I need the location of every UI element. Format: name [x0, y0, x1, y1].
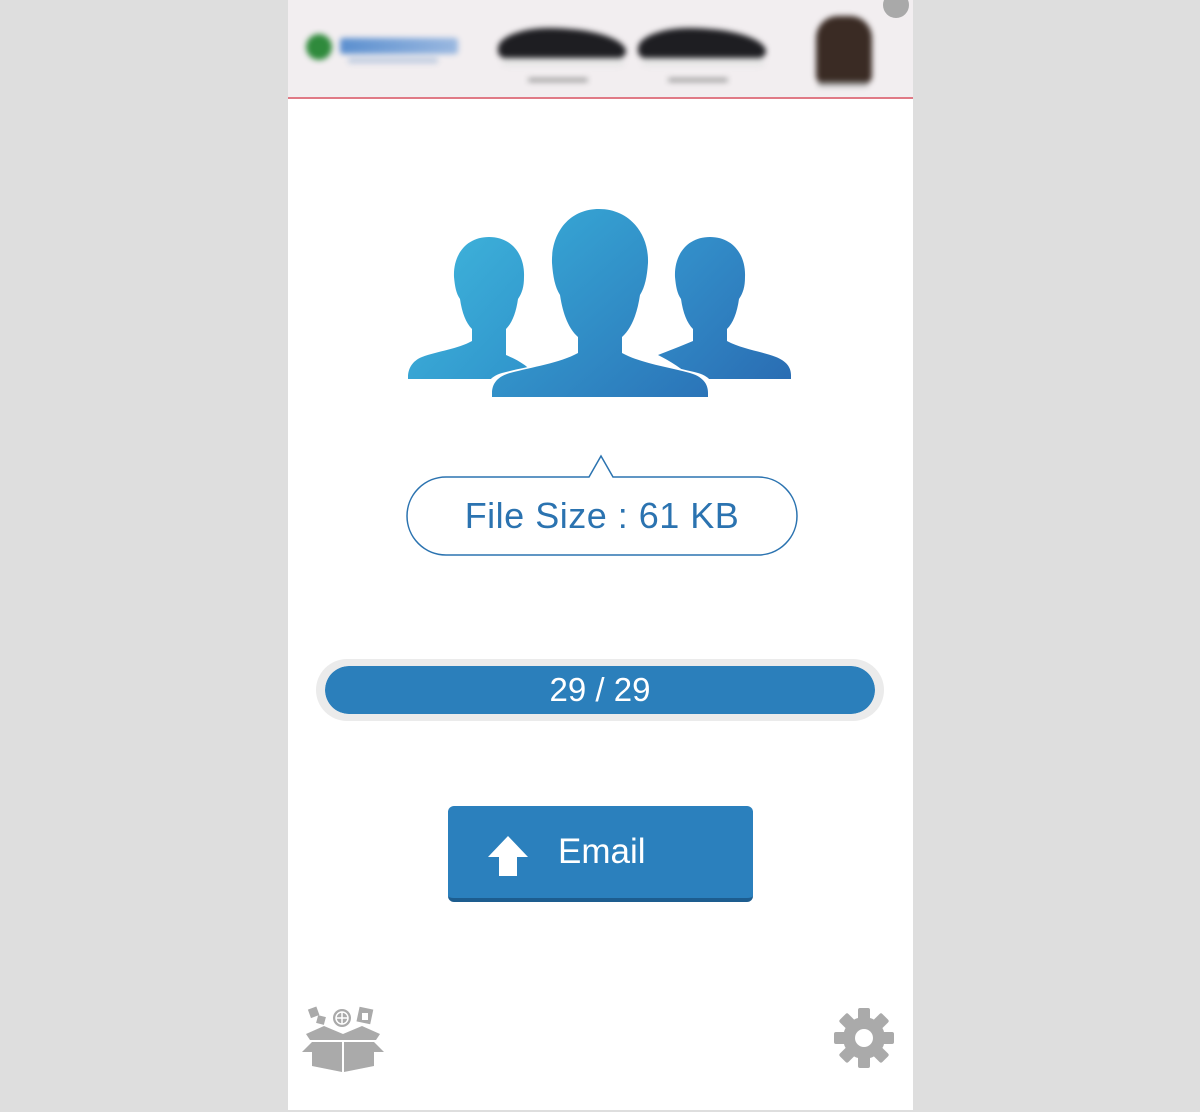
contacts-group-icon [408, 205, 791, 400]
app-screen: File Size : 61 KB 29 / 29 Email [288, 0, 913, 1110]
ad-logo-tagline [348, 58, 438, 63]
settings-gear-icon[interactable] [833, 1007, 895, 1069]
email-button[interactable]: Email [448, 806, 753, 902]
ad-product-shoe-1 [498, 28, 626, 62]
ad-product-shoe-2 [638, 28, 766, 62]
ad-banner[interactable] [288, 0, 913, 99]
progress-count-label: 29 / 29 [549, 671, 651, 708]
ad-product-bag [816, 16, 872, 84]
ad-logo-icon [306, 34, 332, 60]
export-progress-bar: 29 / 29 [316, 659, 884, 721]
apps-box-icon[interactable] [302, 1004, 384, 1074]
ad-content [288, 0, 913, 97]
file-size-label: File Size : 61 KB [464, 495, 740, 536]
email-button-label: Email [558, 832, 646, 871]
upload-arrow-icon [488, 836, 528, 876]
file-size-bubble: File Size : 61 KB [406, 454, 798, 556]
ad-product-shoe-2-sole [642, 58, 764, 66]
ad-product-shoe-1-sole [502, 58, 624, 66]
ad-logo-wordmark [340, 38, 458, 54]
ad-product-price-3 [818, 82, 868, 86]
ad-product-price-1 [528, 78, 588, 82]
ad-product-price-2 [668, 78, 728, 82]
